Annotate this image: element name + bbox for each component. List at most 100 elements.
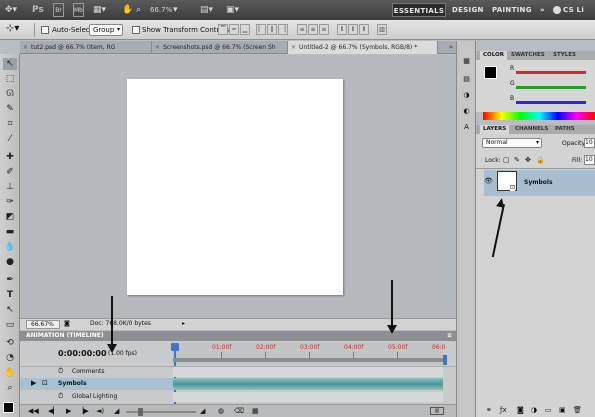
tab-tut2[interactable]: × tut2.psd @ 66.7% (Item, RG <box>20 41 152 54</box>
timeline-zoom-slider[interactable] <box>126 411 196 413</box>
lasso-tool-icon[interactable]: ᘏ <box>3 88 17 100</box>
work-area-bar[interactable] <box>173 358 443 362</box>
layer-name[interactable]: Symbols <box>524 179 553 186</box>
auto-align-layers-icon[interactable]: ▥ <box>377 24 387 35</box>
next-frame-icon[interactable]: ▕▶ <box>78 407 89 415</box>
path-selection-tool-icon[interactable]: ↖ <box>3 304 17 316</box>
lock-image-icon[interactable]: ✎ <box>514 156 520 164</box>
panel-menu-icon[interactable]: ≡ <box>447 331 452 341</box>
cs-live-button[interactable]: CS Li <box>553 3 584 17</box>
character-panel-icon[interactable]: A <box>460 123 473 133</box>
arrange-documents-icon[interactable]: ▤▾ <box>200 3 213 17</box>
3d-orbit-tool-icon[interactable]: ◔ <box>3 352 17 364</box>
gradient-tool-icon[interactable]: ▬ <box>3 226 17 238</box>
tab-swatches[interactable]: SWATCHES <box>508 51 548 60</box>
delete-layer-icon[interactable]: 🗑 <box>573 406 582 414</box>
workspace-more-icon[interactable]: » <box>540 3 545 17</box>
previous-frame-icon[interactable]: ◀▏ <box>48 407 59 415</box>
red-slider[interactable] <box>516 71 586 74</box>
close-icon[interactable]: × <box>155 41 160 54</box>
symbols-layer-duration-bar[interactable] <box>173 378 443 390</box>
lock-position-icon[interactable]: ✥ <box>525 156 531 164</box>
tab-layers[interactable]: LAYERS <box>480 125 510 134</box>
lock-all-icon[interactable]: 🔒 <box>536 156 545 164</box>
tabs-overflow-icon[interactable]: » <box>449 41 453 54</box>
clone-stamp-tool-icon[interactable]: ⊥ <box>3 181 17 193</box>
share-icon[interactable]: ◙ <box>64 320 70 327</box>
actions-panel-icon[interactable]: ▤ <box>460 75 473 85</box>
move-tool-preset-icon[interactable]: ✥▾ <box>5 3 17 17</box>
crop-tool-icon[interactable]: ⌗ <box>3 118 17 130</box>
close-icon[interactable]: × <box>23 41 28 54</box>
slider-thumb[interactable] <box>138 408 143 416</box>
zoom-tool-icon[interactable]: ⌕ <box>3 382 17 394</box>
tab-paths[interactable]: PATHS <box>552 125 578 134</box>
move-tool-icon[interactable]: ⊹▾ <box>6 23 19 34</box>
stopwatch-icon[interactable]: ⏱ <box>58 392 63 401</box>
distribute-left-icon[interactable]: ⦀ <box>337 24 347 35</box>
document-canvas[interactable] <box>127 79 343 295</box>
zoom-in-icon[interactable]: ◢ <box>200 407 205 415</box>
align-vcenter-icon[interactable]: ═ <box>229 24 239 35</box>
quick-select-tool-icon[interactable]: ✎ <box>3 103 17 115</box>
current-time[interactable]: 0:00:00:00 <box>58 349 107 358</box>
convert-to-frames-icon[interactable]: ▦ <box>252 407 259 415</box>
add-mask-icon[interactable]: ◙ <box>517 406 524 414</box>
type-tool-icon[interactable]: T <box>3 289 17 301</box>
distribute-right-icon[interactable]: ⦀ <box>359 24 369 35</box>
workspace-design[interactable]: DESIGN <box>452 3 484 17</box>
foreground-color-swatch[interactable] <box>484 66 497 79</box>
spot-healing-tool-icon[interactable]: ✚ <box>3 151 17 163</box>
hand-tool-icon[interactable]: ✋ <box>3 367 17 379</box>
close-icon[interactable]: × <box>291 41 296 54</box>
masks-panel-icon[interactable]: ◐ <box>460 107 473 117</box>
global-lighting-track[interactable] <box>173 392 443 402</box>
green-slider[interactable] <box>516 86 586 89</box>
zoom-field[interactable]: 66.67% <box>26 320 60 329</box>
new-group-icon[interactable]: ▭ <box>545 406 552 414</box>
comments-track[interactable] <box>173 367 443 377</box>
hand-tool-icon[interactable]: ✋ <box>122 3 133 17</box>
align-right-icon[interactable]: ▕ <box>278 24 288 35</box>
align-top-icon[interactable]: ▔ <box>218 24 228 35</box>
tab-untitled-2[interactable]: × Untitled-2 @ 66.7% (Symbols, RGB/8) * <box>288 41 438 54</box>
rectangle-tool-icon[interactable]: ▭ <box>3 319 17 331</box>
zoom-tool-icon[interactable]: ⌕ <box>136 3 141 17</box>
align-bottom-icon[interactable]: ▁ <box>240 24 250 35</box>
blend-mode-dropdown[interactable]: Normal ▾ <box>482 138 542 148</box>
workspace-painting[interactable]: PAINTING <box>492 3 532 17</box>
tab-channels[interactable]: CHANNELS <box>512 125 551 134</box>
3d-rotate-tool-icon[interactable]: ⟲ <box>3 337 17 349</box>
align-hcenter-icon[interactable]: ‖ <box>267 24 277 35</box>
distribute-hcenter-icon[interactable]: ⦀ <box>348 24 358 35</box>
adjustments-panel-icon[interactable]: ◑ <box>460 91 473 101</box>
show-transform-checkbox[interactable] <box>132 26 140 34</box>
blue-slider[interactable] <box>516 101 586 104</box>
workspace-essentials[interactable]: ESSENTIALS <box>392 3 446 17</box>
foreground-color-swatch[interactable] <box>3 402 14 413</box>
zoom-out-icon[interactable]: ◢ <box>114 407 119 415</box>
mini-bridge-icon[interactable]: Mb <box>73 3 84 17</box>
move-tool-icon[interactable]: ↖ <box>3 58 17 70</box>
eyedropper-tool-icon[interactable]: ⁄ <box>3 133 17 145</box>
layer-visibility-eye-icon[interactable]: 👁 <box>484 177 493 185</box>
fill-field[interactable]: 10 <box>584 155 595 165</box>
stopwatch-icon[interactable]: ⏱ <box>58 367 63 376</box>
new-layer-icon[interactable]: ▣ <box>559 406 566 414</box>
expand-triangle-icon[interactable]: ▶ <box>31 379 36 387</box>
pen-tool-icon[interactable]: ✒ <box>3 274 17 286</box>
opacity-field[interactable]: 10 <box>584 138 595 148</box>
distribute-vcenter-icon[interactable]: ≡ <box>308 24 318 35</box>
blur-tool-icon[interactable]: 💧 <box>3 241 17 253</box>
tab-color[interactable]: COLOR <box>480 51 507 60</box>
screen-mode-icon[interactable]: ▣▾ <box>226 3 239 17</box>
dodge-tool-icon[interactable]: ● <box>3 256 17 268</box>
color-spectrum-ramp[interactable] <box>483 112 595 120</box>
marquee-tool-icon[interactable]: ⬚ <box>3 73 17 85</box>
play-icon[interactable]: ▶ <box>66 407 71 415</box>
view-extras-icon[interactable]: ▦▾ <box>93 3 106 17</box>
bridge-icon[interactable]: Br <box>53 3 64 17</box>
layer-style-icon[interactable]: ƒx <box>500 406 507 414</box>
auto-select-checkbox[interactable] <box>41 26 49 34</box>
brush-tool-icon[interactable]: ✐ <box>3 166 17 178</box>
